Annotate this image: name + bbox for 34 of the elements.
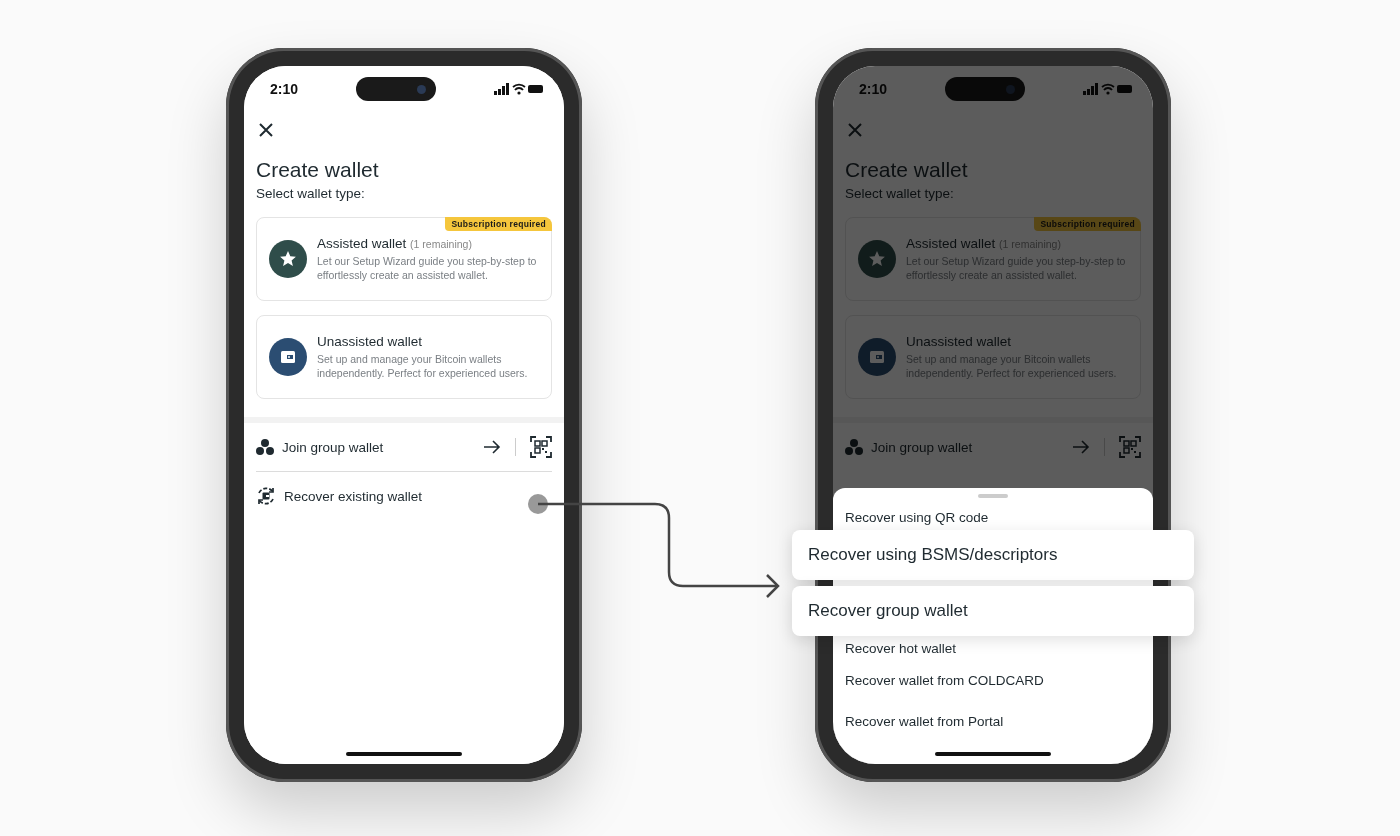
recover-option[interactable]: Recover wallet from COLDCARD xyxy=(833,660,1153,701)
join-group-wallet-label[interactable]: Join group wallet xyxy=(282,439,475,455)
wallet-type-card[interactable]: Subscription required Assisted wallet (1 remaining) Let our Setup Wizard guide you step-by-step to effortlessly create an assisted wallet. xyxy=(256,217,552,301)
group-icon xyxy=(845,439,863,455)
status-icons xyxy=(494,83,544,95)
screen-title: Create wallet xyxy=(845,158,969,182)
recover-existing-wallet-label[interactable]: Recover existing wallet xyxy=(284,488,552,504)
screen-subtitle: Select wallet type: xyxy=(256,186,366,201)
recover-option[interactable]: Recover using BSMS/descriptors xyxy=(792,530,1194,580)
subscription-badge: Subscription required xyxy=(445,217,552,231)
card-title: Assisted wallet (1 remaining) xyxy=(317,236,473,251)
screen-title: Create wallet xyxy=(256,158,380,182)
card-description: Let our Setup Wizard guide you step-by-step to effortlessly create an assisted wallet. xyxy=(317,254,538,282)
wallet-icon xyxy=(858,338,896,376)
close-icon[interactable] xyxy=(258,122,274,138)
sheet-handle[interactable] xyxy=(978,494,1008,498)
card-description: Set up and manage your Bitcoin wallets independently. Perfect for experienced users. xyxy=(317,352,529,380)
recover-option[interactable]: Recover group wallet xyxy=(792,586,1194,636)
recover-option[interactable]: Recover wallet from Portal xyxy=(833,701,1153,742)
status-time: 2:10 xyxy=(859,81,888,97)
card-title: Unassisted wallet xyxy=(906,334,1013,349)
status-time: 2:10 xyxy=(270,81,299,97)
wallet-icon xyxy=(269,338,307,376)
qr-scan-icon[interactable] xyxy=(530,436,552,458)
status-icons xyxy=(1083,83,1133,95)
subscription-badge: Subscription required xyxy=(1034,217,1141,231)
recover-option[interactable]: Recover hot wallet xyxy=(833,636,1153,660)
screen-subtitle: Select wallet type: xyxy=(845,186,955,201)
recover-icon xyxy=(256,486,276,506)
group-icon xyxy=(256,439,274,455)
wallet-type-card[interactable]: Unassisted wallet Set up and manage your Bitcoin wallets independently. Perfect for experienced users. xyxy=(256,315,552,399)
recover-option[interactable]: Recover using QR code xyxy=(833,504,1153,530)
card-title: Unassisted wallet xyxy=(317,334,424,349)
arrow-right-icon[interactable] xyxy=(483,440,501,454)
